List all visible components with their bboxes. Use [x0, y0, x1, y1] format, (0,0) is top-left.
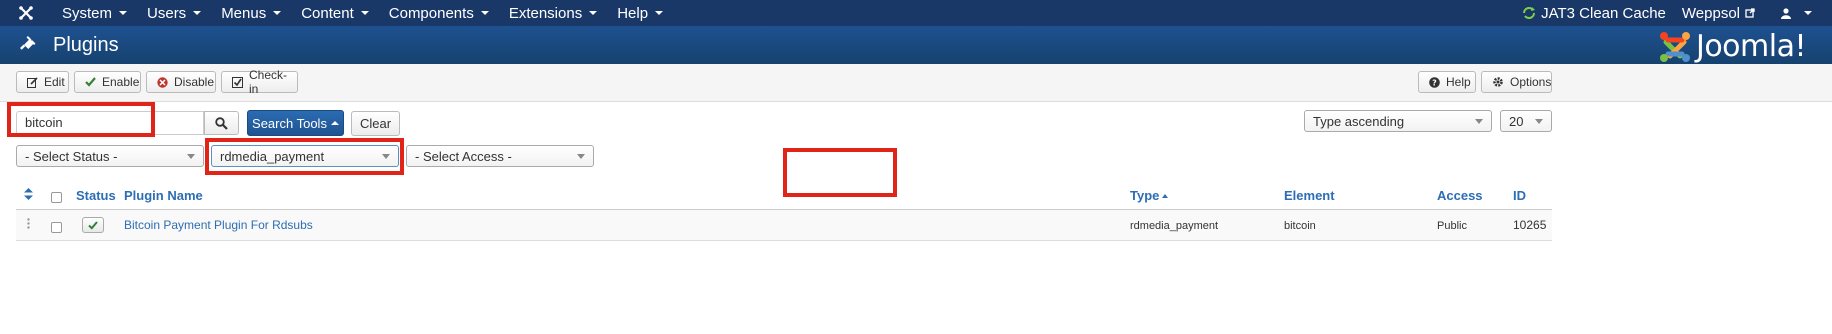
nav-system-label: System	[62, 4, 113, 22]
nav-components-label: Components	[388, 4, 474, 22]
gear-icon	[1493, 77, 1503, 87]
limit-select[interactable]: 20	[1500, 110, 1552, 132]
status-filter-value: - Select Status -	[25, 148, 118, 164]
nav-content-label: Content	[301, 4, 354, 22]
select-all-checkbox[interactable]	[51, 192, 62, 203]
options-button[interactable]: Options	[1481, 71, 1552, 93]
drag-handle-icon[interactable]	[27, 218, 30, 229]
page-title: Plugins	[53, 34, 119, 56]
joomla-logo: Joomla!	[1658, 29, 1807, 64]
sort-select-value: Type ascending	[1313, 113, 1405, 129]
search-tools-button[interactable]: Search Tools	[247, 110, 344, 136]
plug-icon	[20, 36, 36, 50]
site-link[interactable]: Weppsol	[1674, 0, 1763, 26]
disable-button[interactable]: Disable	[146, 71, 216, 93]
joomla-icon[interactable]	[0, 5, 52, 21]
type-column-header[interactable]: Type	[1130, 188, 1169, 203]
enable-label: Enable	[102, 75, 140, 89]
edit-button[interactable]: Edit	[16, 71, 69, 93]
nav-menus[interactable]: Menus	[211, 0, 291, 26]
chevron-down-icon	[119, 11, 128, 15]
table-row-divider	[16, 240, 1552, 241]
access-filter-value: - Select Access -	[415, 148, 512, 164]
nav-content[interactable]: Content	[291, 0, 379, 26]
chevron-down-icon	[1475, 118, 1483, 124]
nav-system[interactable]: System	[52, 0, 137, 26]
svg-text:?: ?	[1432, 78, 1437, 87]
status-filter-select[interactable]: - Select Status -	[16, 145, 204, 167]
plugin-name-column-header[interactable]: Plugin Name	[124, 188, 203, 203]
jat3-clean-cache-label: JAT3 Clean Cache	[1541, 4, 1666, 22]
nav-help-label: Help	[617, 4, 649, 22]
nav-extensions[interactable]: Extensions	[499, 0, 607, 26]
jat3-clean-cache-link[interactable]: JAT3 Clean Cache	[1514, 0, 1674, 26]
row-id: 10265	[1513, 218, 1547, 232]
type-column-header-label: Type	[1130, 188, 1160, 203]
edit-label: Edit	[44, 75, 65, 89]
chevron-down-icon	[360, 11, 369, 15]
row-type: rdmedia_payment	[1130, 220, 1219, 232]
row-element: bitcoin	[1284, 220, 1316, 232]
joomla-logo-icon	[1659, 31, 1690, 62]
ordering-sort-icon[interactable]	[24, 188, 33, 200]
chevron-down-icon	[1804, 11, 1812, 15]
user-menu[interactable]	[1763, 0, 1832, 26]
site-label: Weppsol	[1681, 4, 1740, 22]
status-toggle-button[interactable]	[82, 217, 104, 233]
chevron-down-icon	[187, 153, 195, 159]
external-link-icon	[1745, 8, 1755, 18]
user-icon	[1781, 7, 1791, 19]
plugin-name-link[interactable]: Bitcoin Payment Plugin For Rdsubs	[124, 218, 313, 232]
recycle-icon	[1523, 7, 1536, 19]
top-navbar: System Users Menus Content Components Ex…	[0, 0, 1832, 26]
checkin-button[interactable]: Check-in	[221, 68, 298, 96]
chevron-down-icon	[193, 11, 202, 15]
enable-button[interactable]: Enable	[74, 71, 141, 93]
help-label: Help	[1446, 75, 1471, 89]
search-icon	[215, 116, 228, 130]
nav-components[interactable]: Components	[379, 0, 499, 26]
chevron-up-icon	[330, 121, 339, 125]
chevron-down-icon	[273, 11, 282, 15]
checkin-label: Check-in	[249, 68, 288, 96]
chevron-down-icon	[480, 11, 489, 15]
search-button[interactable]	[204, 111, 239, 135]
help-button[interactable]: ? Help	[1418, 71, 1476, 93]
chevron-down-icon	[577, 153, 585, 159]
element-column-header[interactable]: Element	[1284, 188, 1335, 203]
clear-button[interactable]: Clear	[351, 111, 400, 136]
check-icon	[85, 77, 96, 87]
highlight-search-box	[7, 102, 155, 137]
disable-label: Disable	[174, 75, 215, 89]
joomla-brand-text: Joomla!	[1695, 29, 1807, 64]
remove-circle-icon	[157, 76, 168, 88]
row-checkbox[interactable]	[51, 222, 62, 233]
nav-menus-label: Menus	[221, 4, 267, 22]
row-access: Public	[1437, 220, 1467, 232]
chevron-down-icon	[1535, 118, 1543, 124]
nav-users-label: Users	[147, 4, 187, 22]
access-filter-select[interactable]: - Select Access -	[406, 145, 594, 167]
nav-extensions-label: Extensions	[508, 4, 583, 22]
limit-select-value: 20	[1509, 113, 1524, 129]
highlight-empty-box	[783, 148, 897, 197]
edit-icon	[27, 76, 38, 88]
search-tools-label: Search Tools	[252, 115, 327, 131]
chevron-down-icon	[655, 11, 664, 15]
check-icon	[88, 220, 98, 230]
toolbar: Edit Enable Disable Check-in ? Help Opti…	[0, 64, 1832, 102]
checkbox-icon	[232, 76, 243, 88]
page-header: Plugins Joomla!	[0, 26, 1832, 64]
nav-help[interactable]: Help	[607, 0, 673, 26]
highlight-type-filter-box	[205, 138, 404, 175]
sort-up-icon	[1162, 193, 1169, 198]
question-circle-icon: ?	[1429, 76, 1440, 88]
chevron-down-icon	[589, 11, 598, 15]
access-column-header[interactable]: Access	[1437, 188, 1483, 203]
id-column-header[interactable]: ID	[1513, 188, 1526, 203]
options-label: Options	[1510, 75, 1552, 89]
nav-users[interactable]: Users	[137, 0, 211, 26]
status-column-header[interactable]: Status	[76, 188, 116, 203]
sort-select[interactable]: Type ascending	[1304, 110, 1492, 132]
